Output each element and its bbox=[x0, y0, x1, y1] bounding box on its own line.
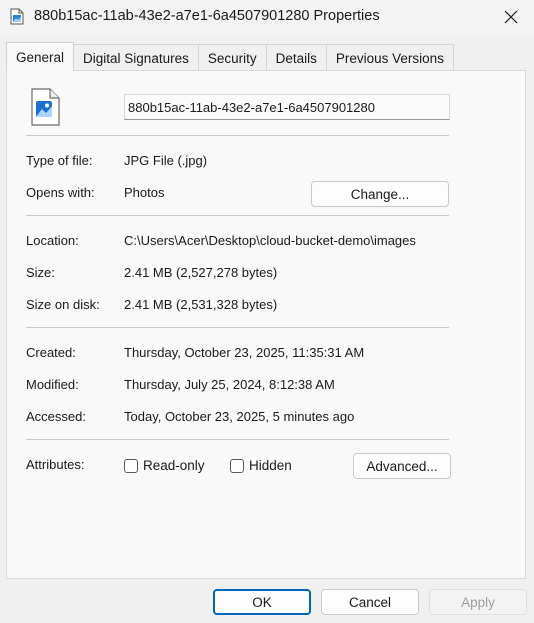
tab-security[interactable]: Security bbox=[197, 44, 267, 71]
general-panel bbox=[6, 70, 526, 579]
opens-with-value: Photos bbox=[124, 185, 165, 200]
read-only-checkbox[interactable]: Read-only bbox=[124, 458, 205, 473]
divider bbox=[26, 215, 449, 216]
close-button[interactable] bbox=[488, 0, 534, 34]
divider bbox=[26, 327, 449, 328]
tab-previous-versions[interactable]: Previous Versions bbox=[325, 44, 454, 71]
size-on-disk-value: 2.41 MB (2,531,328 bytes) bbox=[124, 297, 278, 312]
advanced-button[interactable]: Advanced... bbox=[353, 453, 451, 479]
ok-button[interactable]: OK bbox=[213, 589, 311, 615]
image-file-icon bbox=[10, 8, 24, 25]
tab-strip: General Digital Signatures Security Deta… bbox=[6, 42, 454, 71]
image-file-icon bbox=[31, 88, 60, 126]
checkbox-box[interactable] bbox=[230, 458, 244, 473]
size-label: Size: bbox=[26, 265, 55, 280]
cancel-button[interactable]: Cancel bbox=[321, 589, 419, 615]
modified-value: Thursday, July 25, 2024, 8:12:38 AM bbox=[124, 377, 335, 392]
tab-details[interactable]: Details bbox=[265, 44, 327, 71]
window-title: 880b15ac-11ab-43e2-a7e1-6a4507901280 Pro… bbox=[34, 8, 380, 24]
type-of-file-label: Type of file: bbox=[26, 153, 93, 168]
change-button[interactable]: Change... bbox=[311, 181, 449, 207]
apply-button[interactable]: Apply bbox=[429, 589, 527, 615]
location-label: Location: bbox=[26, 233, 79, 248]
divider bbox=[26, 439, 449, 440]
hidden-label: Hidden bbox=[249, 458, 292, 473]
created-value: Thursday, October 23, 2025, 11:35:31 AM bbox=[124, 345, 365, 360]
accessed-value: Today, October 23, 2025, 5 minutes ago bbox=[124, 409, 355, 424]
hidden-checkbox[interactable]: Hidden bbox=[230, 458, 292, 473]
close-icon bbox=[504, 10, 518, 24]
checkbox-box[interactable] bbox=[124, 458, 138, 473]
type-of-file-value: JPG File (.jpg) bbox=[124, 153, 208, 168]
attributes-label: Attributes: bbox=[26, 457, 85, 472]
read-only-label: Read-only bbox=[143, 458, 205, 473]
location-value: C:\Users\Acer\Desktop\cloud-bucket-demo\… bbox=[124, 233, 416, 248]
tab-digital-signatures[interactable]: Digital Signatures bbox=[73, 44, 199, 71]
title-bar: 880b15ac-11ab-43e2-a7e1-6a4507901280 Pro… bbox=[0, 0, 534, 34]
tab-general[interactable]: General bbox=[6, 42, 75, 71]
created-label: Created: bbox=[26, 345, 76, 360]
size-on-disk-label: Size on disk: bbox=[26, 297, 100, 312]
modified-label: Modified: bbox=[26, 377, 79, 392]
divider bbox=[26, 135, 449, 136]
opens-with-label: Opens with: bbox=[26, 185, 95, 200]
accessed-label: Accessed: bbox=[26, 409, 86, 424]
filename-input[interactable] bbox=[124, 94, 450, 120]
size-value: 2.41 MB (2,527,278 bytes) bbox=[124, 265, 278, 280]
